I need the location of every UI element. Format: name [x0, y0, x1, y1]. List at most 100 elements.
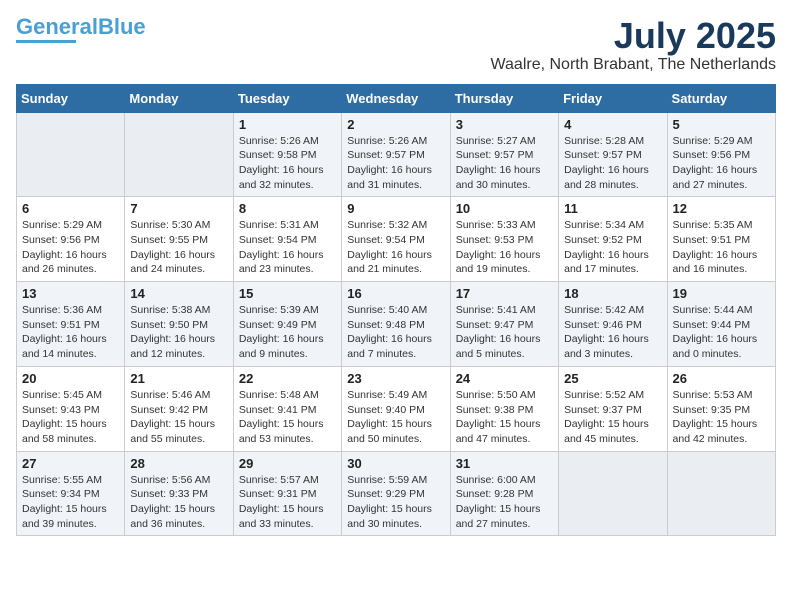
calendar-cell: 6 Sunrise: 5:29 AM Sunset: 9:56 PM Daylig… [17, 197, 125, 282]
day-number: 13 [22, 286, 119, 301]
day-number: 5 [673, 117, 770, 132]
column-header-wednesday: Wednesday [342, 84, 450, 112]
day-detail: Sunrise: 5:59 AM Sunset: 9:29 PM Dayligh… [347, 473, 444, 532]
calendar-cell: 22 Sunrise: 5:48 AM Sunset: 9:41 PM Dayli… [233, 366, 341, 451]
day-detail: Sunrise: 5:28 AM Sunset: 9:57 PM Dayligh… [564, 134, 661, 193]
calendar-cell: 28 Sunrise: 5:56 AM Sunset: 9:33 PM Dayli… [125, 451, 233, 536]
day-detail: Sunrise: 5:57 AM Sunset: 9:31 PM Dayligh… [239, 473, 336, 532]
calendar-week-row: 20 Sunrise: 5:45 AM Sunset: 9:43 PM Dayli… [17, 366, 776, 451]
day-number: 8 [239, 201, 336, 216]
calendar-cell: 30 Sunrise: 5:59 AM Sunset: 9:29 PM Dayli… [342, 451, 450, 536]
day-number: 29 [239, 456, 336, 471]
day-number: 2 [347, 117, 444, 132]
calendar-cell: 15 Sunrise: 5:39 AM Sunset: 9:49 PM Dayli… [233, 282, 341, 367]
day-number: 30 [347, 456, 444, 471]
day-number: 27 [22, 456, 119, 471]
day-number: 24 [456, 371, 553, 386]
day-number: 11 [564, 201, 661, 216]
column-header-tuesday: Tuesday [233, 84, 341, 112]
day-number: 31 [456, 456, 553, 471]
month-year-title: July 2025 [491, 16, 776, 56]
day-number: 26 [673, 371, 770, 386]
day-number: 25 [564, 371, 661, 386]
calendar-cell: 7Sunrise: 5:30 AM Sunset: 9:55 PM Daylig… [125, 197, 233, 282]
day-number: 19 [673, 286, 770, 301]
logo: GeneralBlue [16, 16, 146, 43]
day-detail: Sunrise: 5:35 AM Sunset: 9:51 PM Dayligh… [673, 218, 770, 277]
day-number: 15 [239, 286, 336, 301]
day-number: 12 [673, 201, 770, 216]
day-number: 14 [130, 286, 227, 301]
day-detail: Sunrise: 5:27 AM Sunset: 9:57 PM Dayligh… [456, 134, 553, 193]
day-number: 6 [22, 201, 119, 216]
day-number: 22 [239, 371, 336, 386]
calendar-week-row: 1Sunrise: 5:26 AM Sunset: 9:58 PM Daylig… [17, 112, 776, 197]
calendar-cell: 23Sunrise: 5:49 AM Sunset: 9:40 PM Dayli… [342, 366, 450, 451]
calendar-cell [125, 112, 233, 197]
day-detail: Sunrise: 5:31 AM Sunset: 9:54 PM Dayligh… [239, 218, 336, 277]
calendar-cell: 25 Sunrise: 5:52 AM Sunset: 9:37 PM Dayli… [559, 366, 667, 451]
column-header-sunday: Sunday [17, 84, 125, 112]
calendar-cell: 9 Sunrise: 5:32 AM Sunset: 9:54 PM Daylig… [342, 197, 450, 282]
column-header-thursday: Thursday [450, 84, 558, 112]
calendar-cell: 2 Sunrise: 5:26 AM Sunset: 9:57 PM Daylig… [342, 112, 450, 197]
day-detail: Sunrise: 5:53 AM Sunset: 9:35 PM Dayligh… [673, 388, 770, 447]
column-header-friday: Friday [559, 84, 667, 112]
day-number: 7 [130, 201, 227, 216]
day-detail: Sunrise: 5:32 AM Sunset: 9:54 PM Dayligh… [347, 218, 444, 277]
logo-underline [16, 40, 76, 43]
day-number: 16 [347, 286, 444, 301]
day-detail: Sunrise: 6:00 AM Sunset: 9:28 PM Dayligh… [456, 473, 553, 532]
calendar-cell: 20 Sunrise: 5:45 AM Sunset: 9:43 PM Dayli… [17, 366, 125, 451]
calendar-cell: 16 Sunrise: 5:40 AM Sunset: 9:48 PM Dayli… [342, 282, 450, 367]
day-detail: Sunrise: 5:41 AM Sunset: 9:47 PM Dayligh… [456, 303, 553, 362]
calendar-cell: 4 Sunrise: 5:28 AM Sunset: 9:57 PM Daylig… [559, 112, 667, 197]
day-detail: Sunrise: 5:36 AM Sunset: 9:51 PM Dayligh… [22, 303, 119, 362]
day-number: 28 [130, 456, 227, 471]
day-detail: Sunrise: 5:56 AM Sunset: 9:33 PM Dayligh… [130, 473, 227, 532]
day-detail: Sunrise: 5:26 AM Sunset: 9:57 PM Dayligh… [347, 134, 444, 193]
calendar-cell: 19 Sunrise: 5:44 AM Sunset: 9:44 PM Dayli… [667, 282, 775, 367]
day-number: 20 [22, 371, 119, 386]
calendar-header-row: SundayMondayTuesdayWednesdayThursdayFrid… [17, 84, 776, 112]
day-detail: Sunrise: 5:29 AM Sunset: 9:56 PM Dayligh… [673, 134, 770, 193]
day-detail: Sunrise: 5:55 AM Sunset: 9:34 PM Dayligh… [22, 473, 119, 532]
day-detail: Sunrise: 5:29 AM Sunset: 9:56 PM Dayligh… [22, 218, 119, 277]
day-number: 4 [564, 117, 661, 132]
day-number: 18 [564, 286, 661, 301]
calendar-cell: 10Sunrise: 5:33 AM Sunset: 9:53 PM Dayli… [450, 197, 558, 282]
day-detail: Sunrise: 5:40 AM Sunset: 9:48 PM Dayligh… [347, 303, 444, 362]
day-number: 9 [347, 201, 444, 216]
calendar-cell: 24 Sunrise: 5:50 AM Sunset: 9:38 PM Dayli… [450, 366, 558, 451]
day-number: 21 [130, 371, 227, 386]
calendar-week-row: 27 Sunrise: 5:55 AM Sunset: 9:34 PM Dayli… [17, 451, 776, 536]
calendar-week-row: 13 Sunrise: 5:36 AM Sunset: 9:51 PM Dayli… [17, 282, 776, 367]
calendar-cell: 14Sunrise: 5:38 AM Sunset: 9:50 PM Dayli… [125, 282, 233, 367]
day-detail: Sunrise: 5:44 AM Sunset: 9:44 PM Dayligh… [673, 303, 770, 362]
day-number: 3 [456, 117, 553, 132]
day-detail: Sunrise: 5:42 AM Sunset: 9:46 PM Dayligh… [564, 303, 661, 362]
day-detail: Sunrise: 5:52 AM Sunset: 9:37 PM Dayligh… [564, 388, 661, 447]
calendar-cell: 17Sunrise: 5:41 AM Sunset: 9:47 PM Dayli… [450, 282, 558, 367]
logo-general: General [16, 14, 98, 39]
column-header-monday: Monday [125, 84, 233, 112]
location-label: Waalre, North Brabant, The Netherlands [491, 56, 776, 74]
day-detail: Sunrise: 5:48 AM Sunset: 9:41 PM Dayligh… [239, 388, 336, 447]
calendar-cell: 26 Sunrise: 5:53 AM Sunset: 9:35 PM Dayli… [667, 366, 775, 451]
calendar-cell [17, 112, 125, 197]
day-detail: Sunrise: 5:26 AM Sunset: 9:58 PM Dayligh… [239, 134, 336, 193]
calendar-cell: 5 Sunrise: 5:29 AM Sunset: 9:56 PM Daylig… [667, 112, 775, 197]
calendar-cell: 27 Sunrise: 5:55 AM Sunset: 9:34 PM Dayli… [17, 451, 125, 536]
day-detail: Sunrise: 5:33 AM Sunset: 9:53 PM Dayligh… [456, 218, 553, 277]
day-detail: Sunrise: 5:45 AM Sunset: 9:43 PM Dayligh… [22, 388, 119, 447]
logo-text: GeneralBlue [16, 16, 146, 38]
calendar-cell: 18 Sunrise: 5:42 AM Sunset: 9:46 PM Dayli… [559, 282, 667, 367]
calendar-cell: 12 Sunrise: 5:35 AM Sunset: 9:51 PM Dayli… [667, 197, 775, 282]
day-detail: Sunrise: 5:39 AM Sunset: 9:49 PM Dayligh… [239, 303, 336, 362]
day-detail: Sunrise: 5:50 AM Sunset: 9:38 PM Dayligh… [456, 388, 553, 447]
calendar-cell: 3 Sunrise: 5:27 AM Sunset: 9:57 PM Daylig… [450, 112, 558, 197]
day-detail: Sunrise: 5:34 AM Sunset: 9:52 PM Dayligh… [564, 218, 661, 277]
calendar-cell: 31 Sunrise: 6:00 AM Sunset: 9:28 PM Dayli… [450, 451, 558, 536]
calendar-cell: 29 Sunrise: 5:57 AM Sunset: 9:31 PM Dayli… [233, 451, 341, 536]
calendar-cell [559, 451, 667, 536]
